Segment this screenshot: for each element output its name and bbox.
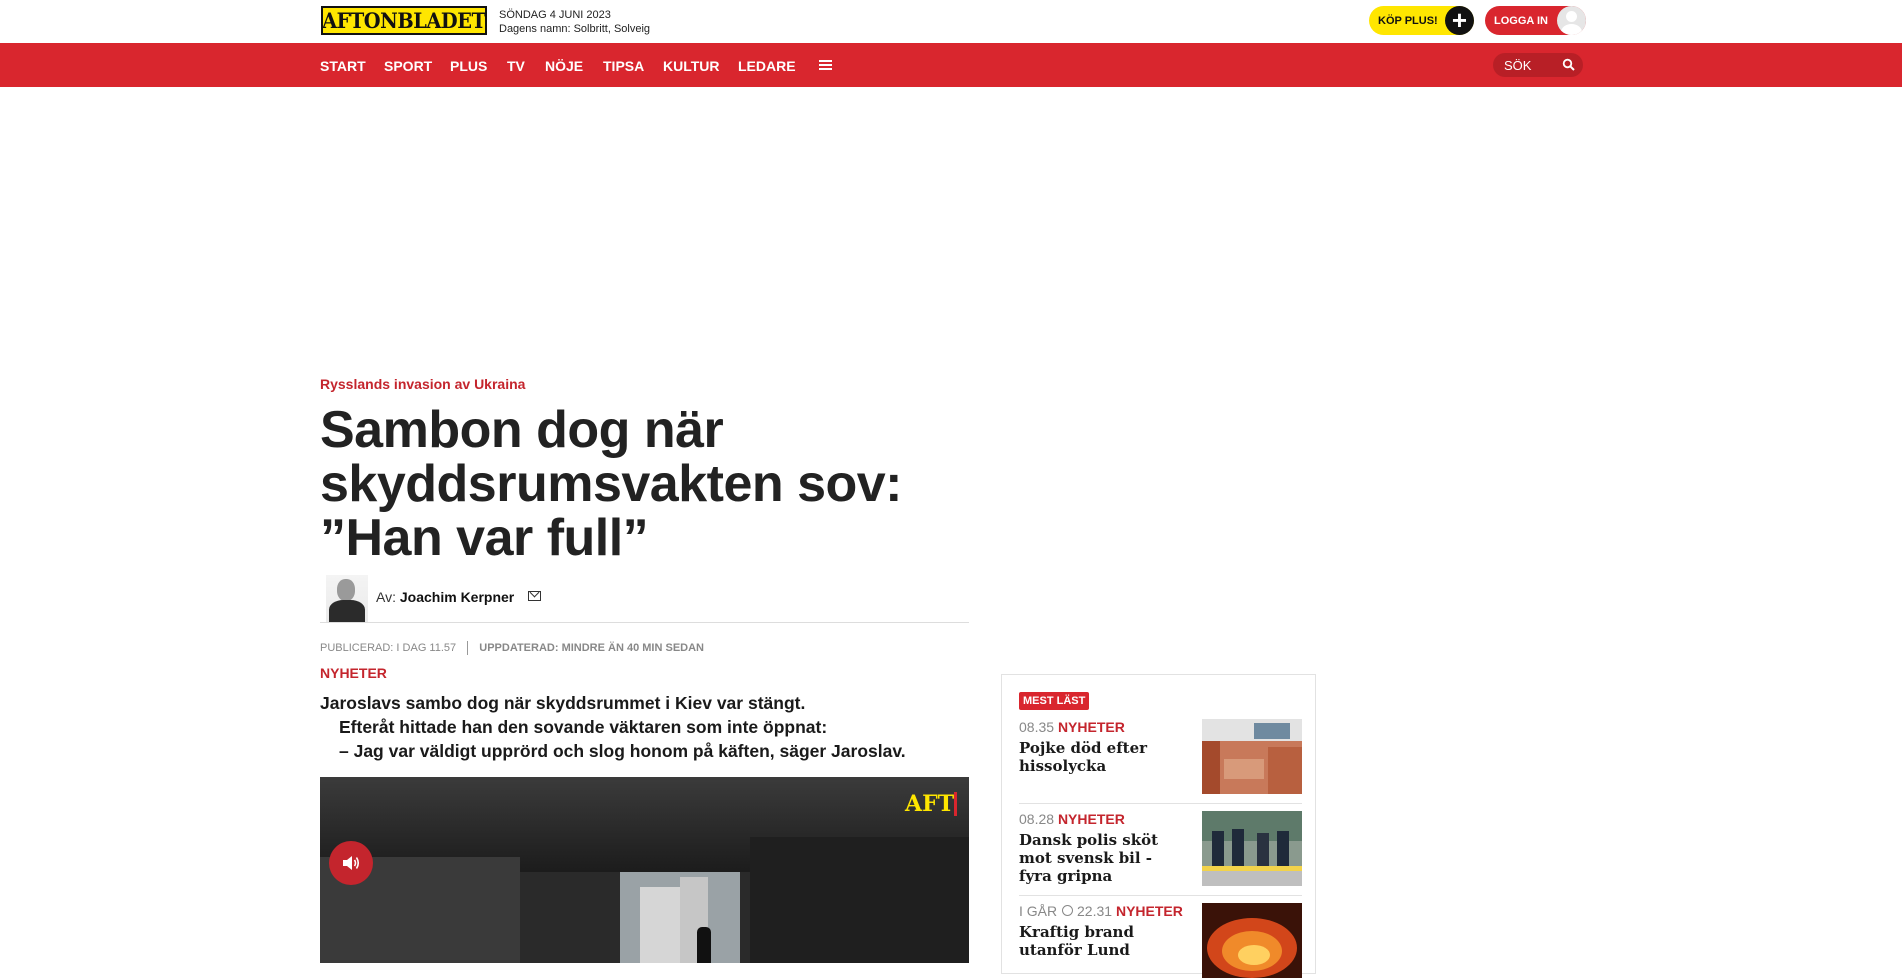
sound-button[interactable] <box>329 841 373 885</box>
user-avatar-icon <box>1557 6 1586 35</box>
article-kicker[interactable]: Rysslands invasion av Ukraina <box>320 376 525 392</box>
plus-icon: + <box>1445 6 1474 35</box>
item-day: I GÅR <box>1019 903 1058 919</box>
item-time: 08.28 <box>1019 811 1055 827</box>
nav-start[interactable]: START <box>320 58 366 74</box>
article-section[interactable]: NYHETER <box>320 665 387 681</box>
search-button[interactable]: SÖK <box>1493 53 1583 77</box>
item-thumbnail <box>1202 811 1302 886</box>
nav-tipsa[interactable]: TIPSA <box>603 58 644 74</box>
logo-text: AFTONBLADET <box>322 8 486 33</box>
item-category: NYHETER <box>1057 811 1125 827</box>
most-read-widget: MEST LÄST 08.35 NYHETER Pojke död efter … <box>1001 674 1316 978</box>
item-title: Kraftig brand utanför Lund <box>1019 923 1134 959</box>
buy-plus-label: KÖP PLUS! <box>1378 15 1438 27</box>
item-divider <box>1019 895 1302 896</box>
video-player[interactable]: AFT <box>320 777 969 963</box>
current-date: SÖNDAG 4 JUNI 2023 <box>499 9 611 21</box>
item-category: NYHETER <box>1057 719 1125 735</box>
lead-line: Efteråt hittade han den sovande väktaren… <box>339 717 828 737</box>
date-block: SÖNDAG 4 JUNI 2023 Dagens namn: Solbritt… <box>499 8 650 36</box>
nav-plus[interactable]: PLUS <box>450 58 487 74</box>
publish-info: PUBLICERAD: I DAG 11.57 UPPDATERAD: MIND… <box>320 641 704 655</box>
nav-tv[interactable]: TV <box>507 58 525 74</box>
published-value: I DAG 11.57 <box>396 641 457 654</box>
menu-icon[interactable] <box>819 60 832 71</box>
lead-line: – Jag var väldigt upprörd och slog honom… <box>339 741 906 761</box>
item-title: Pojke död efter hissolycka <box>1019 739 1148 775</box>
mail-icon[interactable] <box>528 591 541 601</box>
nav-sport[interactable]: SPORT <box>384 58 432 74</box>
nav-ledare[interactable]: LEDARE <box>738 58 796 74</box>
item-time: 08.35 <box>1019 719 1055 735</box>
login-label: LOGGA IN <box>1494 15 1548 27</box>
main-nav: START SPORT PLUS TV NÖJE TIPSA KULTUR LE… <box>0 43 1902 87</box>
author-name[interactable]: Joachim Kerpner <box>400 589 514 605</box>
most-read-item[interactable]: 08.35 NYHETER Pojke död efter hissolycka <box>1019 719 1302 794</box>
most-read-badge: MEST LÄST <box>1019 692 1090 710</box>
byline-divider <box>320 622 969 623</box>
speaker-icon <box>343 856 360 870</box>
byline-prefix: Av: <box>376 589 396 605</box>
video-logo: AFT <box>905 791 958 817</box>
author-photo[interactable] <box>326 575 368 622</box>
updated-label: UPPDATERAD: <box>479 641 559 654</box>
article-headline: Sambon dog när skyddsrumsvakten sov: ”Ha… <box>320 401 903 567</box>
search-icon <box>1562 58 1575 71</box>
article-lead: Jaroslavs sambo dog när skyddsrummet i K… <box>320 691 980 763</box>
item-title: Dansk polis sköt mot svensk bil - fyra g… <box>1019 831 1159 885</box>
most-read-item[interactable]: 08.28 NYHETER Dansk polis sköt mot svens… <box>1019 811 1302 886</box>
item-thumbnail <box>1202 903 1302 978</box>
top-bar: AFTONBLADET SÖNDAG 4 JUNI 2023 Dagens na… <box>0 0 1902 43</box>
lead-line: Jaroslavs sambo dog när skyddsrummet i K… <box>320 693 806 713</box>
item-category: NYHETER <box>1115 903 1183 919</box>
published-label: PUBLICERAD: <box>320 641 394 654</box>
login-button[interactable]: LOGGA IN <box>1485 6 1586 35</box>
updated-value: MINDRE ÄN 40 MIN SEDAN <box>561 641 704 654</box>
clock-icon <box>1062 905 1074 916</box>
aftonbladet-logo[interactable]: AFTONBLADET <box>321 6 487 35</box>
item-divider <box>1019 803 1302 804</box>
item-time: 22.31 <box>1077 903 1113 919</box>
nav-noje[interactable]: NÖJE <box>545 58 583 74</box>
item-thumbnail <box>1202 719 1302 794</box>
most-read-item[interactable]: I GÅR 22.31 NYHETER Kraftig brand utanfö… <box>1019 903 1302 978</box>
buy-plus-button[interactable]: KÖP PLUS! + <box>1369 6 1474 35</box>
search-label: SÖK <box>1504 58 1532 73</box>
byline: Av: Joachim Kerpner <box>376 589 514 605</box>
name-day: Dagens namn: Solbritt, Solveig <box>499 23 651 35</box>
nav-kultur[interactable]: KULTUR <box>663 58 720 74</box>
